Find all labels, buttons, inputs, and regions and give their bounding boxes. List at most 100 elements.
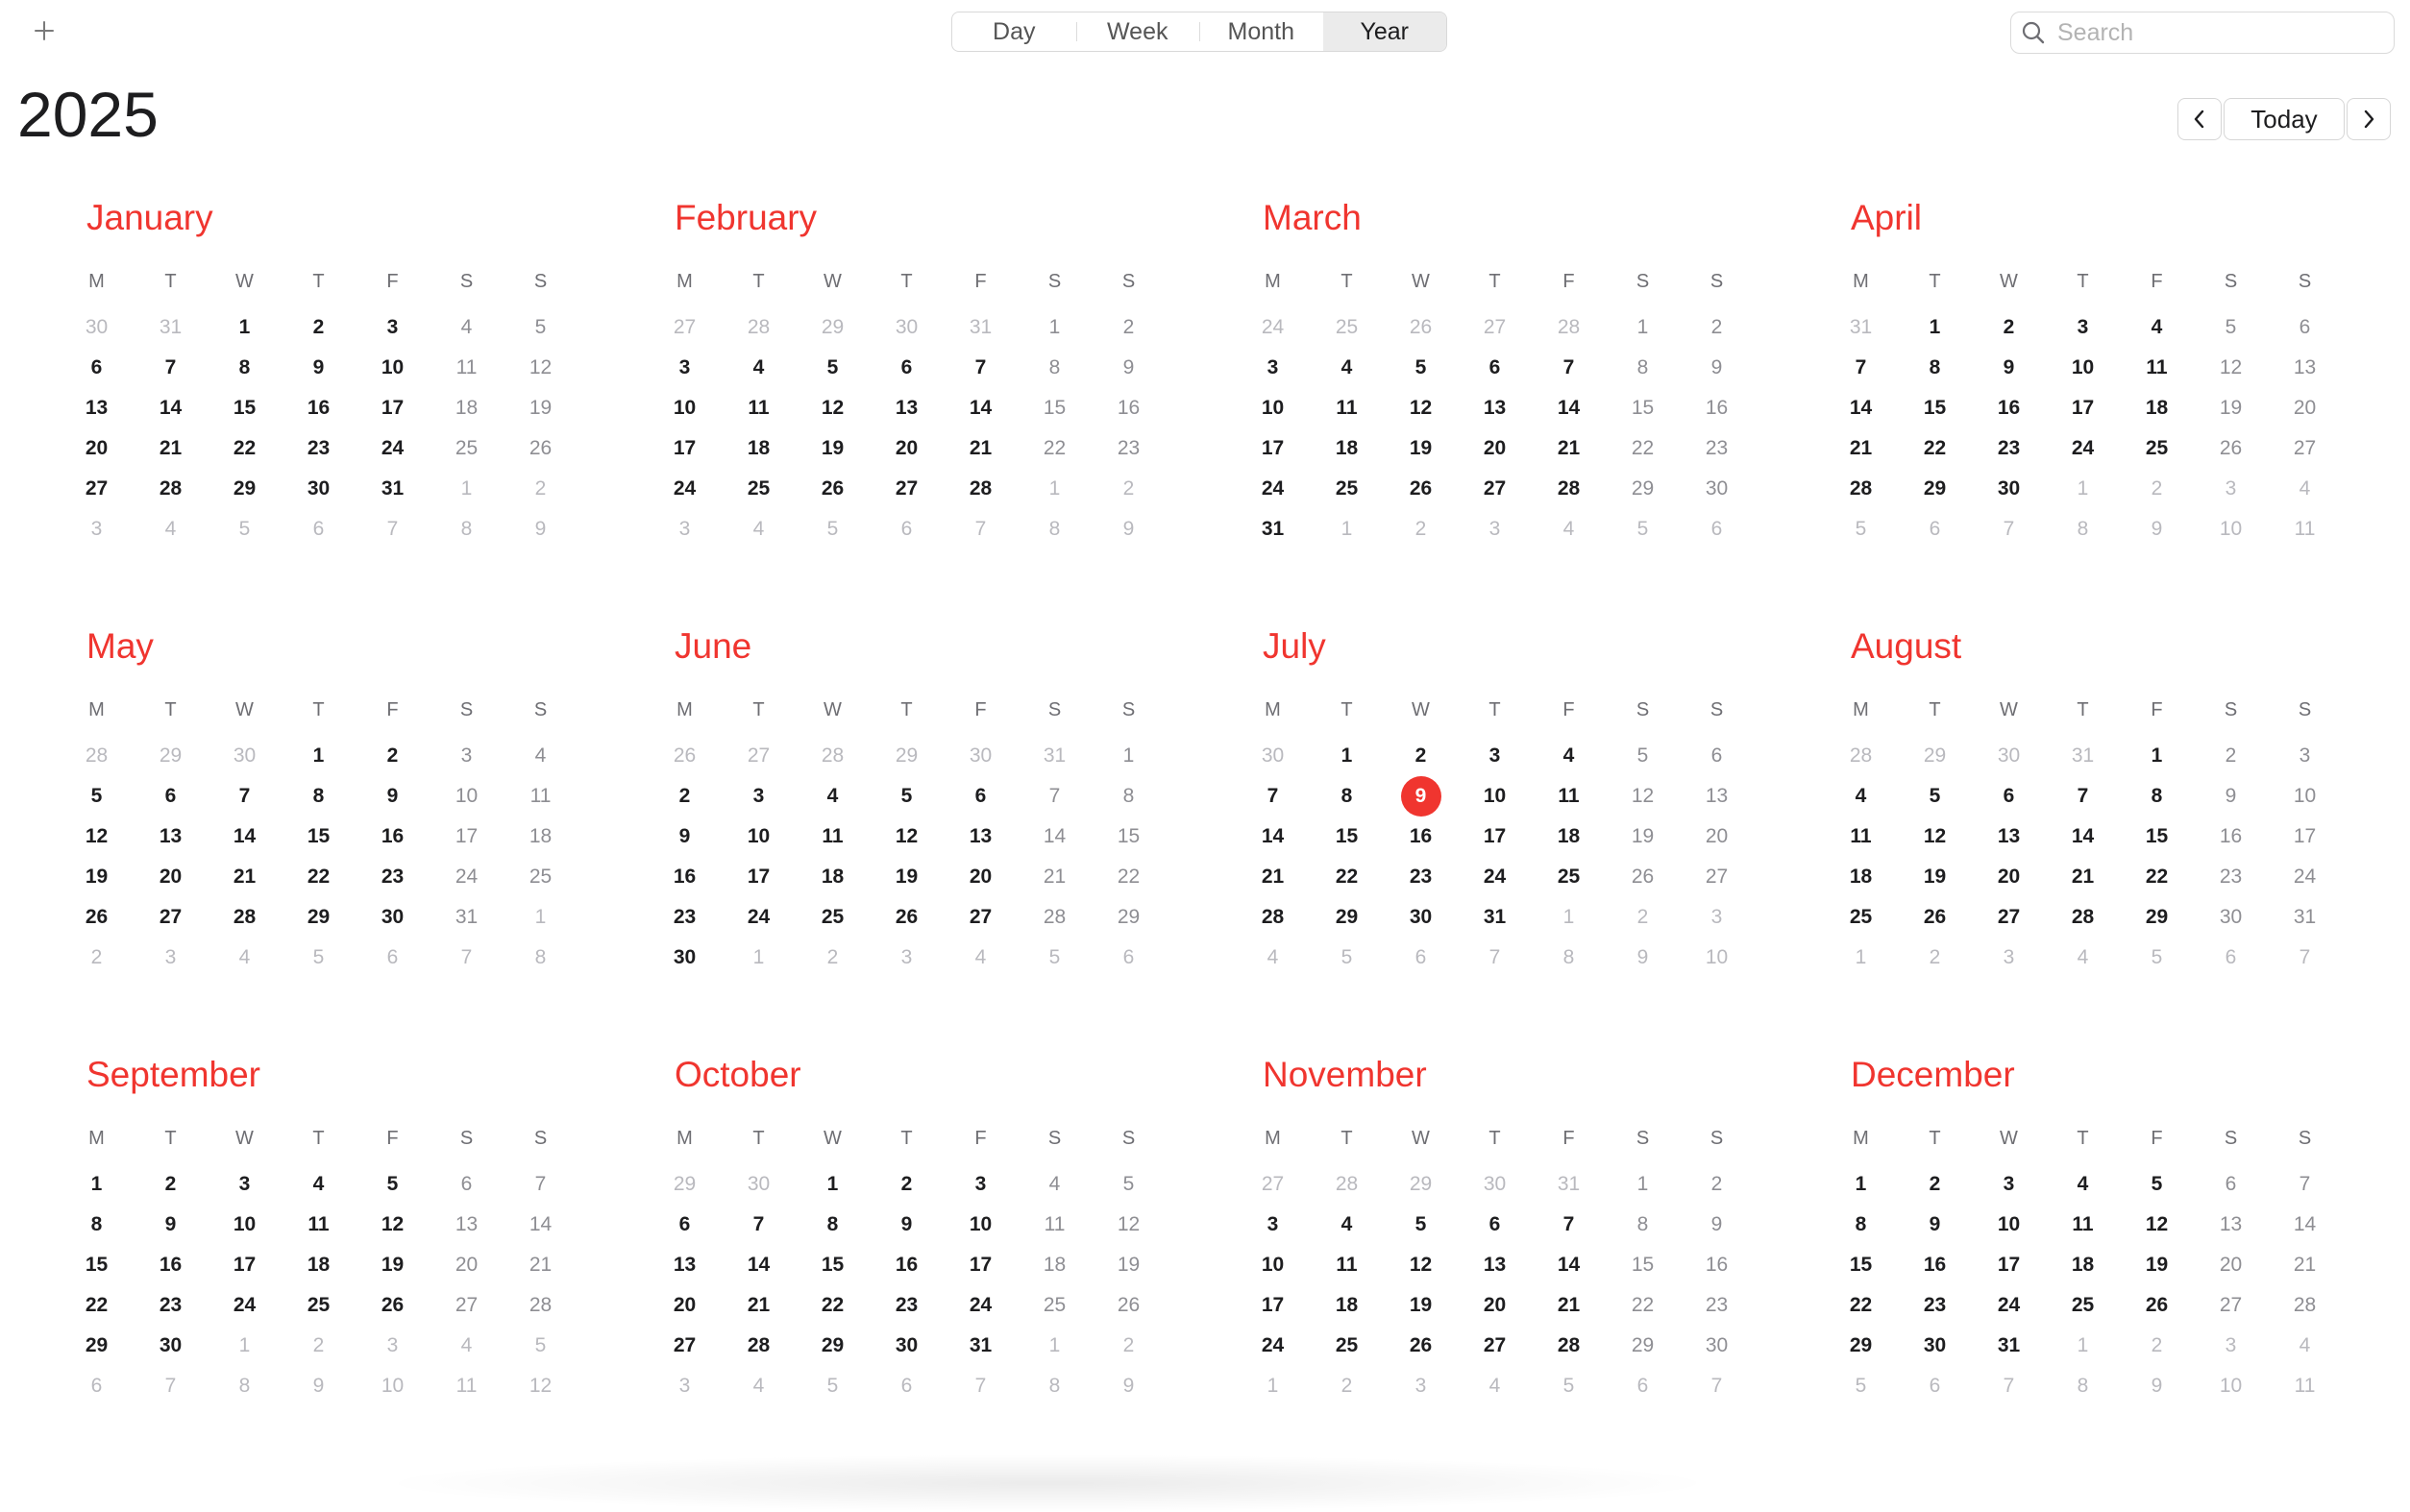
date-cell[interactable]: 11 — [1310, 388, 1384, 428]
date-cell[interactable]: 6 — [1680, 509, 1754, 549]
date-cell[interactable]: 27 — [1458, 1326, 1532, 1366]
date-cell[interactable]: 8 — [1606, 348, 1680, 388]
date-cell[interactable]: 8 — [1532, 938, 1606, 978]
date-cell[interactable]: 4 — [722, 509, 796, 549]
date-cell[interactable]: 30 — [648, 938, 722, 978]
date-cell[interactable]: 31 — [134, 307, 208, 348]
date-cell[interactable]: 5 — [1898, 776, 1972, 817]
date-cell[interactable]: 14 — [944, 388, 1018, 428]
date-cell[interactable]: 30 — [134, 1326, 208, 1366]
date-cell[interactable]: 6 — [2194, 938, 2268, 978]
date-cell[interactable]: 2 — [1092, 469, 1166, 509]
date-cell[interactable]: 3 — [648, 509, 722, 549]
date-cell[interactable]: 19 — [1606, 817, 1680, 857]
date-cell[interactable]: 10 — [2194, 509, 2268, 549]
date-cell[interactable]: 31 — [944, 1326, 1018, 1366]
date-cell[interactable]: 21 — [208, 857, 282, 897]
date-cell[interactable]: 13 — [2268, 348, 2342, 388]
date-cell[interactable]: 15 — [282, 817, 356, 857]
date-cell[interactable]: 7 — [1532, 1205, 1606, 1245]
date-cell[interactable]: 5 — [1532, 1366, 1606, 1406]
date-cell[interactable]: 5 — [796, 348, 870, 388]
date-cell[interactable]: 1 — [2120, 736, 2194, 776]
date-cell[interactable]: 12 — [796, 388, 870, 428]
date-cell[interactable]: 22 — [1092, 857, 1166, 897]
date-cell[interactable]: 9 — [504, 509, 578, 549]
date-cell[interactable]: 1 — [796, 1164, 870, 1205]
date-cell[interactable]: 24 — [1972, 1285, 2046, 1326]
date-cell[interactable]: 25 — [1310, 307, 1384, 348]
month-title[interactable]: November — [1263, 1057, 1427, 1092]
date-cell[interactable]: 11 — [2268, 1366, 2342, 1406]
date-cell[interactable]: 29 — [1898, 736, 1972, 776]
date-cell[interactable]: 20 — [2268, 388, 2342, 428]
date-cell[interactable]: 27 — [648, 1326, 722, 1366]
date-cell[interactable]: 11 — [2120, 348, 2194, 388]
date-cell[interactable]: 18 — [1532, 817, 1606, 857]
date-cell[interactable]: 23 — [2194, 857, 2268, 897]
date-cell[interactable]: 30 — [1680, 1326, 1754, 1366]
date-cell[interactable]: 7 — [1972, 509, 2046, 549]
date-cell[interactable]: 2 — [1972, 307, 2046, 348]
date-cell[interactable]: 2 — [1092, 1326, 1166, 1366]
date-cell[interactable]: 13 — [2194, 1205, 2268, 1245]
date-cell[interactable]: 27 — [430, 1285, 504, 1326]
date-cell[interactable]: 26 — [1606, 857, 1680, 897]
date-cell[interactable]: 5 — [1384, 1205, 1458, 1245]
date-cell[interactable]: 5 — [1824, 509, 1898, 549]
date-cell[interactable]: 10 — [722, 817, 796, 857]
search-input[interactable] — [2055, 17, 2367, 48]
date-cell[interactable]: 1 — [2046, 1326, 2120, 1366]
date-cell[interactable]: 4 — [1458, 1366, 1532, 1406]
date-cell[interactable]: 19 — [1384, 1285, 1458, 1326]
date-cell[interactable]: 3 — [60, 509, 134, 549]
date-cell[interactable]: 28 — [1532, 469, 1606, 509]
date-cell[interactable]: 5 — [1824, 1366, 1898, 1406]
date-cell[interactable]: 5 — [2120, 1164, 2194, 1205]
date-cell[interactable]: 23 — [1972, 428, 2046, 469]
date-cell[interactable]: 5 — [208, 509, 282, 549]
date-cell[interactable]: 26 — [60, 897, 134, 938]
date-cell[interactable]: 10 — [430, 776, 504, 817]
date-cell[interactable]: 7 — [1236, 776, 1310, 817]
date-cell[interactable]: 3 — [430, 736, 504, 776]
date-cell[interactable]: 1 — [208, 1326, 282, 1366]
date-cell[interactable]: 4 — [1236, 938, 1310, 978]
date-cell[interactable]: 1 — [430, 469, 504, 509]
date-cell[interactable]: 4 — [2268, 1326, 2342, 1366]
date-cell[interactable]: 2 — [1680, 307, 1754, 348]
date-cell[interactable]: 5 — [1092, 1164, 1166, 1205]
date-cell[interactable]: 3 — [722, 776, 796, 817]
date-cell[interactable]: 4 — [1532, 736, 1606, 776]
date-cell[interactable]: 28 — [1532, 1326, 1606, 1366]
date-cell[interactable]: 15 — [1092, 817, 1166, 857]
month-title[interactable]: January — [86, 200, 213, 235]
date-cell[interactable]: 9 — [2194, 776, 2268, 817]
date-cell[interactable]: 2 — [2120, 1326, 2194, 1366]
date-cell[interactable]: 24 — [430, 857, 504, 897]
date-cell[interactable]: 28 — [208, 897, 282, 938]
date-cell[interactable]: 17 — [208, 1245, 282, 1285]
date-cell[interactable]: 2 — [1898, 938, 1972, 978]
previous-year-button[interactable] — [2177, 98, 2222, 140]
date-cell[interactable]: 31 — [430, 897, 504, 938]
date-cell[interactable]: 19 — [356, 1245, 430, 1285]
date-cell[interactable]: 14 — [2046, 817, 2120, 857]
date-cell[interactable]: 8 — [1898, 348, 1972, 388]
date-cell[interactable]: 28 — [1824, 469, 1898, 509]
date-cell[interactable]: 30 — [208, 736, 282, 776]
date-cell[interactable]: 31 — [1532, 1164, 1606, 1205]
date-cell[interactable]: 15 — [208, 388, 282, 428]
date-cell[interactable]: 10 — [2194, 1366, 2268, 1406]
date-cell[interactable]: 1 — [2046, 469, 2120, 509]
date-cell[interactable]: 26 — [648, 736, 722, 776]
date-cell[interactable]: 1 — [1606, 1164, 1680, 1205]
date-cell[interactable]: 27 — [1458, 469, 1532, 509]
date-cell[interactable]: 12 — [1898, 817, 1972, 857]
date-cell[interactable]: 7 — [134, 1366, 208, 1406]
date-cell[interactable]: 29 — [648, 1164, 722, 1205]
date-cell[interactable]: 27 — [1680, 857, 1754, 897]
date-cell[interactable]: 18 — [1824, 857, 1898, 897]
date-cell[interactable]: 9 — [282, 1366, 356, 1406]
date-cell[interactable]: 11 — [430, 1366, 504, 1406]
